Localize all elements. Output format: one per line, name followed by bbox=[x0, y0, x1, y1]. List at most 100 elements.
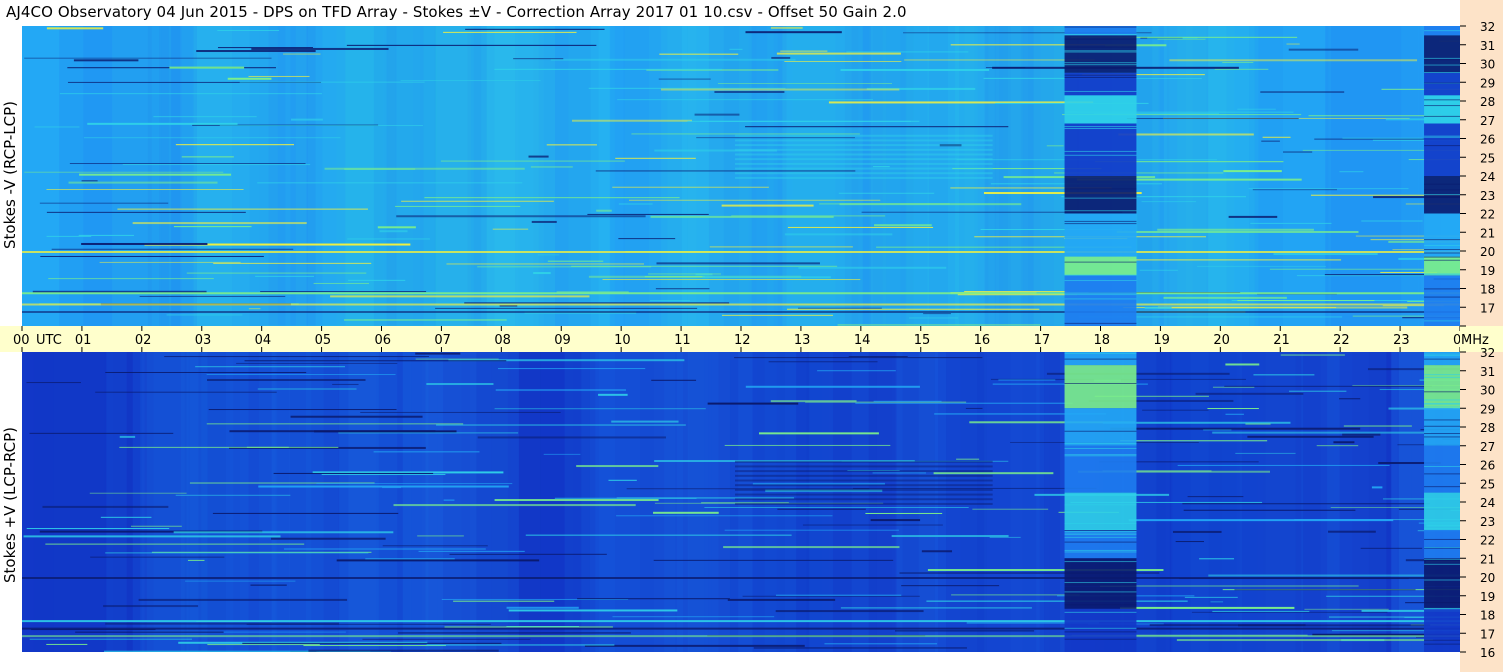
rfi-streak bbox=[360, 411, 561, 413]
rfi-streak bbox=[873, 400, 942, 402]
event-stripe bbox=[1424, 183, 1460, 185]
rfi-streak bbox=[379, 230, 408, 233]
rfi-streak bbox=[1342, 433, 1381, 436]
rfi-streak bbox=[348, 279, 406, 281]
rfi-streak bbox=[105, 371, 307, 373]
rfi-streak bbox=[257, 182, 523, 184]
freq-tick-label: 16 bbox=[1480, 646, 1495, 660]
rfi-streak bbox=[1343, 425, 1412, 427]
freq-tick-label: 17 bbox=[1480, 301, 1495, 315]
rfi-streak bbox=[1342, 137, 1423, 139]
event-stripe bbox=[1064, 127, 1137, 129]
rfi-streak bbox=[1172, 530, 1222, 533]
rfi-streak bbox=[1195, 392, 1304, 395]
freq-tick-label: 22 bbox=[1480, 208, 1495, 222]
time-tick-label: 12 bbox=[734, 333, 751, 348]
event-stripe bbox=[1424, 135, 1460, 137]
rfi-streak bbox=[1099, 585, 1359, 587]
event-stripe bbox=[1424, 643, 1460, 645]
noise-band bbox=[782, 26, 863, 326]
rfi-streak bbox=[1228, 215, 1278, 218]
event-stripe bbox=[1424, 486, 1460, 488]
freq-tick-label: 20 bbox=[1480, 571, 1495, 585]
noise-band bbox=[776, 352, 892, 652]
band-line bbox=[22, 577, 1460, 579]
rfi-streak bbox=[418, 550, 525, 552]
rfi-streak bbox=[81, 242, 208, 245]
rfi-streak bbox=[704, 507, 969, 509]
rfi-streak bbox=[24, 57, 272, 59]
rfi-streak bbox=[1280, 354, 1345, 356]
event-stripe bbox=[1424, 105, 1460, 107]
rfi-streak bbox=[1210, 601, 1224, 603]
rfi-streak bbox=[250, 584, 287, 586]
event-stripe bbox=[1424, 403, 1460, 405]
rfi-streak bbox=[1212, 610, 1310, 612]
rfi-streak bbox=[78, 234, 134, 236]
event-stripe bbox=[1064, 604, 1137, 606]
rfi-streak bbox=[1176, 639, 1434, 642]
rfi-streak bbox=[1120, 440, 1268, 442]
rfi-streak bbox=[798, 307, 882, 309]
rfi-streak bbox=[1183, 509, 1356, 511]
rfi-streak bbox=[344, 168, 416, 170]
rfi-streak bbox=[1144, 306, 1172, 309]
rfi-streak bbox=[122, 164, 311, 166]
rfi-streak bbox=[651, 379, 697, 381]
rfi-streak bbox=[401, 200, 554, 202]
rfi-streak bbox=[513, 58, 564, 60]
rfi-streak bbox=[724, 444, 891, 446]
rfi-streak bbox=[119, 435, 136, 438]
rfi-streak bbox=[1129, 259, 1342, 261]
stripe-region bbox=[735, 176, 993, 179]
rfi-streak bbox=[855, 402, 1073, 404]
rfi-streak bbox=[248, 308, 261, 310]
event-block bbox=[1424, 123, 1460, 176]
event-block bbox=[1064, 408, 1137, 446]
rfi-streak bbox=[595, 170, 856, 172]
rfi-streak bbox=[656, 262, 820, 265]
rfi-streak bbox=[891, 535, 1009, 538]
rfi-streak bbox=[195, 366, 345, 368]
rfi-streak bbox=[1237, 108, 1276, 110]
rfi-streak bbox=[257, 388, 357, 390]
y-axis-label-top: Stokes -V (RCP-LCP) bbox=[1, 101, 19, 249]
rfi-streak bbox=[596, 209, 612, 212]
rfi-streak bbox=[817, 370, 896, 372]
rfi-streak bbox=[787, 226, 934, 228]
rfi-streak bbox=[99, 261, 241, 263]
rfi-streak bbox=[1253, 374, 1315, 376]
rfi-streak bbox=[208, 409, 397, 411]
event-stripe bbox=[1064, 454, 1137, 456]
noise-band bbox=[1325, 26, 1402, 326]
event-stripe bbox=[1064, 638, 1137, 640]
rfi-streak bbox=[612, 186, 769, 188]
rfi-streak bbox=[206, 423, 464, 425]
rfi-streak bbox=[400, 80, 541, 82]
rfi-streak bbox=[985, 67, 1026, 69]
rfi-streak bbox=[653, 559, 894, 561]
event-block bbox=[1064, 275, 1137, 326]
rfi-streak bbox=[951, 594, 1080, 596]
freq-tick-label: 32 bbox=[1480, 20, 1495, 34]
event-stripe bbox=[1424, 558, 1460, 560]
rfi-streak bbox=[87, 122, 238, 125]
stripe-region bbox=[735, 498, 993, 501]
rfi-streak bbox=[587, 213, 709, 215]
rfi-streak bbox=[444, 626, 613, 628]
event-stripe bbox=[1424, 563, 1460, 565]
rfi-streak bbox=[347, 238, 430, 240]
rfi-streak bbox=[742, 595, 920, 597]
rfi-streak bbox=[46, 27, 104, 30]
event-stripe bbox=[1424, 259, 1460, 261]
event-stripe bbox=[1064, 531, 1137, 533]
rfi-streak bbox=[291, 118, 323, 121]
rfi-streak bbox=[255, 275, 315, 277]
rfi-streak bbox=[838, 192, 935, 194]
rfi-streak bbox=[546, 144, 597, 146]
event-stripe bbox=[1064, 197, 1137, 199]
rfi-streak bbox=[745, 126, 1009, 128]
event-stripe bbox=[1424, 256, 1460, 258]
freq-tick-label: 22 bbox=[1480, 534, 1495, 548]
time-tick-label: 11 bbox=[674, 333, 691, 348]
